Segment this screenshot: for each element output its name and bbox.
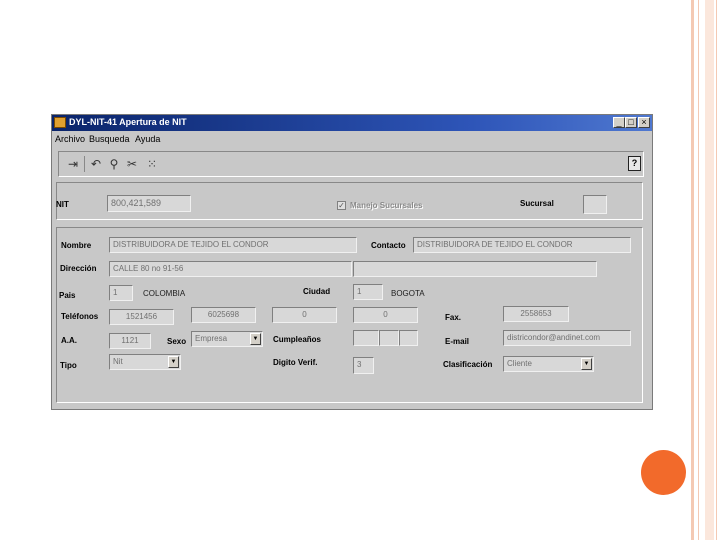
sexo-value: Empresa <box>195 334 228 343</box>
tipo-label: Tipo <box>60 361 77 370</box>
binoculars-icon[interactable]: ⚲ <box>106 156 122 172</box>
manejo-sucursales-checkbox[interactable]: ✓ <box>337 201 346 210</box>
minimize-button[interactable]: _ <box>613 117 625 128</box>
decor-line <box>691 0 694 540</box>
clasificacion-label: Clasificación <box>443 360 493 369</box>
contacto-label: Contacto <box>371 241 406 250</box>
aa-label: A.A. <box>61 336 77 345</box>
ciudad-code-field[interactable]: 1 <box>353 284 383 300</box>
telefono-1-field[interactable]: 1521456 <box>109 309 174 325</box>
menu-archivo[interactable]: Archivo <box>55 134 85 144</box>
undo-icon[interactable]: ↶ <box>88 156 104 172</box>
fax-field[interactable]: 2558653 <box>503 306 569 322</box>
menu-ayuda[interactable]: Ayuda <box>135 134 160 144</box>
nit-field[interactable]: 800,421,589 <box>107 195 191 212</box>
aa-field[interactable]: 1121 <box>109 333 151 349</box>
close-button[interactable]: × <box>638 117 650 128</box>
orange-circle-decoration <box>641 450 686 495</box>
telefono-2-field[interactable]: 6025698 <box>191 307 256 323</box>
cumpleanos-month-field[interactable] <box>379 330 399 346</box>
decor-line <box>716 0 717 540</box>
sexo-label: Sexo <box>167 337 187 346</box>
pais-name: COLOMBIA <box>143 289 186 298</box>
decor-line <box>698 0 699 540</box>
clasificacion-value: Cliente <box>507 359 532 368</box>
chevron-down-icon[interactable]: ▼ <box>581 358 592 370</box>
fax-label: Fax. <box>445 313 462 322</box>
menu-bar: Archivo Busqueda Ayuda <box>52 132 652 146</box>
chevron-down-icon[interactable]: ▼ <box>168 356 179 368</box>
telefono-4-field[interactable]: 0 <box>353 307 418 323</box>
manejo-sucursales-label: Manejo Sucursales <box>350 201 423 210</box>
chevron-down-icon[interactable]: ▼ <box>250 333 261 345</box>
direccion-field[interactable]: CALLE 80 no 91-56 <box>109 261 352 277</box>
decor-band <box>705 0 714 540</box>
app-icon <box>54 117 66 128</box>
contacto-field[interactable]: DISTRIBUIDORA DE TEJIDO EL CONDOR <box>413 237 631 253</box>
sexo-select[interactable]: Empresa ▼ <box>191 331 263 347</box>
sucursal-label: Sucursal <box>520 199 554 208</box>
telefono-3-field[interactable]: 0 <box>272 307 337 323</box>
tipo-select[interactable]: Nit ▼ <box>109 354 181 370</box>
cumpleanos-label: Cumpleaños <box>273 335 322 344</box>
tipo-value: Nit <box>113 357 123 366</box>
title-bar[interactable]: DYL-NIT-41 Apertura de NIT _ □ × <box>52 115 652 131</box>
telefonos-label: Teléfonos <box>61 312 99 321</box>
toolbar: ⇥ ↶ ⚲ ✂ ⁙ ? <box>58 151 644 177</box>
window-title: DYL-NIT-41 Apertura de NIT <box>69 117 187 127</box>
pais-code-field[interactable]: 1 <box>109 285 133 301</box>
new-record-icon[interactable]: ⁙ <box>144 156 160 172</box>
digito-verif-label: Digito Verif. <box>273 358 318 367</box>
nombre-field[interactable]: DISTRIBUIDORA DE TEJIDO EL CONDOR <box>109 237 357 253</box>
cumpleanos-day-field[interactable] <box>353 330 379 346</box>
toolbar-separator <box>84 156 85 172</box>
help-icon[interactable]: ? <box>628 156 641 171</box>
cumpleanos-year-field[interactable] <box>399 330 418 346</box>
sucursal-field[interactable] <box>583 195 607 214</box>
ciudad-label: Ciudad <box>303 287 331 296</box>
direccion-label: Dirección <box>60 264 97 273</box>
maximize-button[interactable]: □ <box>625 117 637 128</box>
app-window: DYL-NIT-41 Apertura de NIT _ □ × Archivo… <box>51 114 653 410</box>
nombre-label: Nombre <box>61 241 92 250</box>
nit-label: NIT <box>56 200 69 209</box>
pais-label: Pais <box>59 291 76 300</box>
exit-icon[interactable]: ⇥ <box>65 156 81 172</box>
email-field[interactable]: districondor@andinet.com <box>503 330 631 346</box>
email-label: E-mail <box>445 337 470 346</box>
digito-verif-field[interactable]: 3 <box>353 357 374 374</box>
clasificacion-select[interactable]: Cliente ▼ <box>503 356 594 372</box>
direccion-field-2[interactable] <box>353 261 597 277</box>
cut-icon[interactable]: ✂ <box>124 156 140 172</box>
ciudad-name: BOGOTA <box>391 289 425 298</box>
menu-busqueda[interactable]: Busqueda <box>89 134 130 144</box>
